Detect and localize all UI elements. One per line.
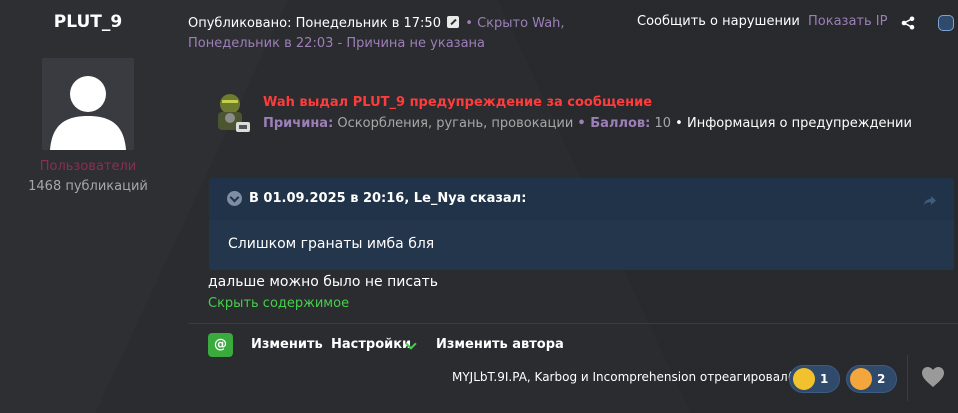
post-text: дальше можно было не писать	[208, 274, 439, 290]
report-link[interactable]: Сообщить о нарушении	[637, 14, 800, 29]
quote-author: В 01.09.2025 в 20:16, Le_Nya сказал:	[249, 191, 527, 206]
reason-value: Оскорбления, ругань, провокации	[337, 116, 574, 131]
warning-info-link[interactable]: • Информация о предупреждении	[675, 116, 912, 131]
mention-button[interactable]: @	[208, 333, 233, 357]
heart-icon[interactable]	[921, 366, 945, 392]
author-name[interactable]: PLUT_9	[0, 12, 176, 32]
points-label: • Баллов:	[577, 116, 651, 131]
edit-button[interactable]: Изменить	[251, 337, 323, 352]
hide-content-link[interactable]: Скрыть содержимое	[208, 296, 349, 311]
user-group: Пользователи	[39, 159, 137, 174]
reaction-summary[interactable]: MYJLbT.9I.PA, Karbog и Incomprehension о…	[452, 370, 805, 384]
points-value: 10	[654, 116, 672, 131]
reaction-count: 1	[820, 372, 829, 386]
show-ip-link[interactable]: Показать IP	[808, 14, 887, 29]
chevron-down-icon[interactable]	[227, 191, 242, 206]
edit-icon	[447, 16, 460, 28]
quote-header[interactable]: В 01.09.2025 в 20:16, Le_Nya сказал:	[209, 178, 954, 220]
post-count: 1468 публикаций	[28, 179, 148, 194]
forum-post: PLUT_9 Пользователи 1468 публикаций Опуб…	[0, 0, 958, 413]
quote-text: Слишком гранаты имба бля	[228, 236, 435, 252]
warning-title: Wah выдал PLUT_9 предупреждение за сообщ…	[263, 95, 653, 110]
author-panel: PLUT_9 Пользователи 1468 публикаций	[0, 0, 176, 413]
divider	[188, 323, 958, 324]
share-icon[interactable]	[901, 16, 915, 34]
reply-arrow-icon[interactable]	[923, 192, 937, 211]
settings-menu[interactable]: Настройки	[331, 337, 411, 352]
select-checkbox[interactable]	[938, 15, 954, 31]
reaction-clap[interactable]: 1	[789, 365, 840, 393]
reaction-laugh[interactable]: 2	[846, 365, 897, 393]
avatar[interactable]	[42, 58, 134, 150]
clap-icon	[793, 368, 815, 390]
divider	[907, 355, 908, 401]
warning-badge-icon	[210, 92, 254, 136]
quote-block: В 01.09.2025 в 20:16, Le_Nya сказал: Сли…	[209, 178, 954, 270]
post-meta: Опубликовано: Понедельник в 17:50 • Скры…	[188, 14, 620, 54]
published-date[interactable]: Опубликовано: Понедельник в 17:50	[188, 16, 441, 31]
change-author-button[interactable]: Изменить автора	[436, 337, 564, 352]
warning-details: Причина: Оскорбления, ругань, провокации…	[263, 116, 912, 131]
reaction-count: 2	[877, 372, 886, 386]
laugh-icon	[850, 368, 872, 390]
reason-label: Причина:	[263, 116, 334, 131]
